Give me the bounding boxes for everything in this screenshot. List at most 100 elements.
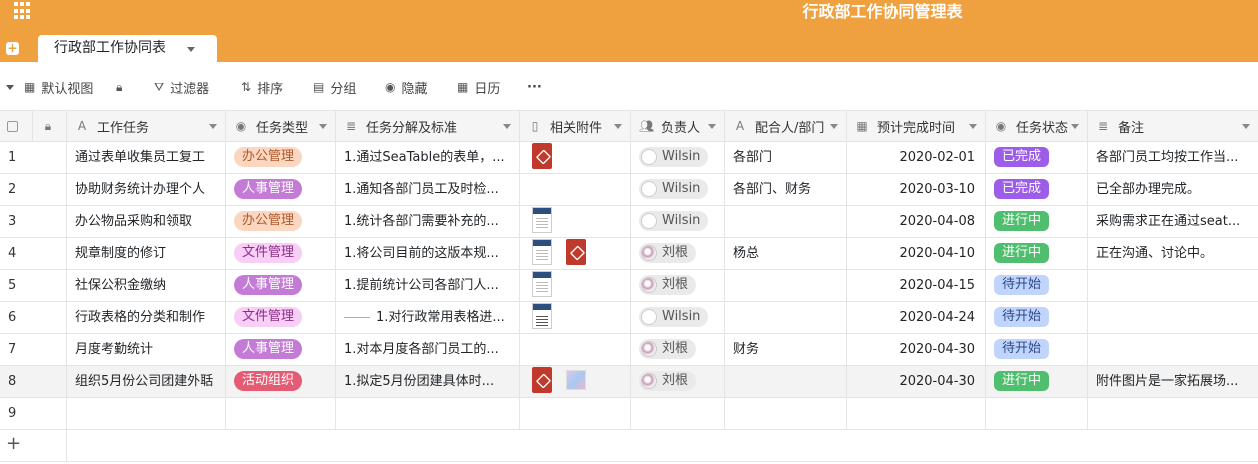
chevron-down-icon[interactable]	[1242, 124, 1250, 129]
cell-date[interactable]: 2020-04-10	[847, 238, 986, 269]
cell-note[interactable]	[1088, 270, 1258, 301]
doc-file-icon[interactable]	[532, 239, 552, 265]
chevron-down-icon[interactable]	[209, 124, 217, 129]
chevron-down-icon[interactable]	[1071, 124, 1079, 129]
cell-task[interactable]: 规章制度的修订	[67, 238, 226, 269]
group-button[interactable]: ▤ 分组	[313, 78, 356, 97]
cell-task[interactable]	[67, 398, 226, 429]
cell-owner[interactable]: 刘根	[631, 270, 725, 301]
cell-owner[interactable]: 刘根	[631, 366, 725, 397]
img-file-icon[interactable]	[566, 370, 586, 390]
cell-partner[interactable]	[725, 302, 847, 333]
chevron-down-icon[interactable]	[187, 47, 195, 52]
cell-owner[interactable]: Wilsin	[631, 206, 725, 237]
cell-task[interactable]: 行政表格的分类和制作	[67, 302, 226, 333]
cell-files[interactable]	[520, 206, 631, 237]
cell-task[interactable]: 协助财务统计办理个人	[67, 174, 226, 205]
cell-files[interactable]	[520, 334, 631, 365]
cell-partner[interactable]	[725, 270, 847, 301]
cell-status[interactable]: 待开始	[986, 302, 1088, 333]
cell-owner[interactable]: 刘根	[631, 334, 725, 365]
chevron-down-icon[interactable]	[614, 124, 622, 129]
cell-note[interactable]: 各部门员工均按工作当...	[1088, 142, 1258, 173]
chevron-down-icon[interactable]	[830, 124, 838, 129]
cell-detail[interactable]: 1.对本月度各部门员工的...	[336, 334, 520, 365]
cell-note[interactable]	[1088, 398, 1258, 429]
cell-detail[interactable]: 1.拟定5月份团建具体时...	[336, 366, 520, 397]
cell-type[interactable]: 办公管理	[226, 206, 336, 237]
col-header-files[interactable]: ▯ 相关附件	[520, 111, 631, 141]
chevron-down-icon[interactable]	[708, 124, 716, 129]
cell-files[interactable]	[520, 142, 631, 173]
cell-partner[interactable]	[725, 366, 847, 397]
col-header-owner[interactable]: 👥︎ 负责人	[631, 111, 725, 141]
cell-note[interactable]: 已全部办理完成。	[1088, 174, 1258, 205]
col-header-date[interactable]: ▦ 预计完成时间	[847, 111, 986, 141]
cell-task[interactable]: 月度考勤统计	[67, 334, 226, 365]
cell-status[interactable]: 进行中	[986, 366, 1088, 397]
cell-date[interactable]: 2020-04-30	[847, 366, 986, 397]
add-row-button[interactable]: +	[0, 430, 1258, 462]
cell-date[interactable]	[847, 398, 986, 429]
cell-type[interactable]: 人事管理	[226, 334, 336, 365]
cell-owner[interactable]	[631, 398, 725, 429]
cell-task[interactable]: 办公物品采购和领取	[67, 206, 226, 237]
add-table-icon[interactable]: +	[6, 42, 19, 55]
cell-files[interactable]	[520, 270, 631, 301]
cell-note[interactable]	[1088, 334, 1258, 365]
cell-owner[interactable]: Wilsin	[631, 302, 725, 333]
table-row[interactable]: 3 办公物品采购和领取 办公管理 1.统计各部门需要补充的... Wilsin 2020-…	[0, 206, 1258, 238]
cell-type[interactable]: 文件管理	[226, 302, 336, 333]
cell-date[interactable]: 2020-04-08	[847, 206, 986, 237]
cell-note[interactable]: 附件图片是一家拓展场...	[1088, 366, 1258, 397]
cell-files[interactable]	[520, 398, 631, 429]
table-row[interactable]: 5 社保公积金缴纳 人事管理 1.提前统计公司各部门人... 刘根 2020-04-15 待…	[0, 270, 1258, 302]
cell-task[interactable]: 组织5月份公司团建外聒	[67, 366, 226, 397]
chevron-down-icon[interactable]	[503, 124, 511, 129]
cell-date[interactable]: 2020-03-10	[847, 174, 986, 205]
chevron-down-icon[interactable]	[319, 124, 327, 129]
cell-status[interactable]: 已完成	[986, 142, 1088, 173]
cell-partner[interactable]: 财务	[725, 334, 847, 365]
cell-files[interactable]	[520, 302, 631, 333]
cell-status[interactable]: 待开始	[986, 270, 1088, 301]
sort-button[interactable]: ⇅ 排序	[241, 78, 283, 97]
calendar-button[interactable]: ▦ 日历	[457, 78, 500, 97]
cell-note[interactable]	[1088, 302, 1258, 333]
hide-button[interactable]: ◉ 隐藏	[385, 78, 428, 97]
pdf-file-icon[interactable]	[532, 367, 552, 393]
cell-task[interactable]: 社保公积金缴纳	[67, 270, 226, 301]
cell-detail[interactable]: 1.对行政常用表格进...	[336, 302, 520, 333]
cell-detail[interactable]: 1.通过SeaTable的表单，...	[336, 142, 520, 173]
cell-partner[interactable]	[725, 398, 847, 429]
table-row[interactable]: 4 规章制度的修订 文件管理 1.将公司目前的这版本规... 刘根 杨总 2020-04-1…	[0, 238, 1258, 270]
cell-owner[interactable]: Wilsin	[631, 174, 725, 205]
cell-detail[interactable]: 1.通知各部门员工及时检...	[336, 174, 520, 205]
cell-status[interactable]: 待开始	[986, 334, 1088, 365]
cell-status[interactable]: 进行中	[986, 238, 1088, 269]
cell-type[interactable]: 活动组织	[226, 366, 336, 397]
pdf-file-icon[interactable]	[532, 143, 552, 169]
table-row[interactable]: 9	[0, 398, 1258, 430]
lock-icon[interactable]: 🔒︎	[116, 78, 122, 96]
table-row[interactable]: 8 组织5月份公司团建外聒 活动组织 1.拟定5月份团建具体时... 刘根 2020-04…	[0, 366, 1258, 398]
cell-note[interactable]: 正在沟通、讨论中。	[1088, 238, 1258, 269]
cell-status[interactable]: 已完成	[986, 174, 1088, 205]
chevron-down-icon[interactable]	[969, 124, 977, 129]
cell-owner[interactable]: Wilsin	[631, 142, 725, 173]
cell-files[interactable]	[520, 238, 631, 269]
cell-detail[interactable]: 1.统计各部门需要补充的...	[336, 206, 520, 237]
cell-detail[interactable]: 1.提前统计公司各部门人...	[336, 270, 520, 301]
cell-status[interactable]	[986, 398, 1088, 429]
col-header-note[interactable]: ≣ 备注	[1088, 111, 1258, 141]
more-button[interactable]: ···	[527, 78, 542, 96]
doc-file-icon[interactable]	[532, 271, 552, 297]
cell-note[interactable]: 采购需求正在通过seat...	[1088, 206, 1258, 237]
cell-date[interactable]: 2020-02-01	[847, 142, 986, 173]
table-row[interactable]: 6 行政表格的分类和制作 文件管理 1.对行政常用表格进... Wilsin 2020-0…	[0, 302, 1258, 334]
cell-owner[interactable]: 刘根	[631, 238, 725, 269]
cell-date[interactable]: 2020-04-30	[847, 334, 986, 365]
select-all-checkbox[interactable]	[0, 111, 33, 141]
filter-button[interactable]: ⛛ 过滤器	[154, 78, 209, 97]
cell-type[interactable]: 办公管理	[226, 142, 336, 173]
